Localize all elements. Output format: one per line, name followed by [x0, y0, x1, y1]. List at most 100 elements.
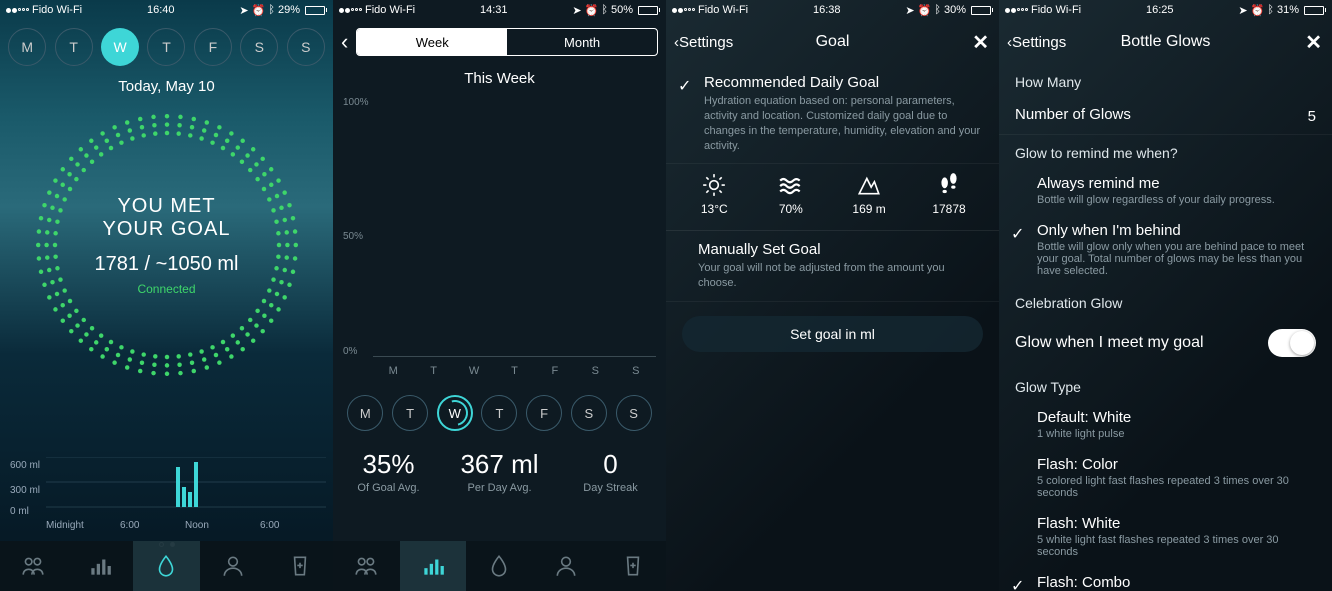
celebration-toggle-row[interactable]: Glow when I meet my goal — [999, 317, 1332, 369]
bluetooth-icon: ᛒ — [268, 4, 275, 16]
day-tab-wed[interactable]: W — [101, 28, 139, 66]
glow-type-default[interactable]: Default: White1 white light pulse — [999, 401, 1332, 448]
checkmark-icon: ✓ — [1011, 224, 1024, 244]
location-icon: ➤ — [905, 4, 914, 17]
segment-week[interactable]: Week — [357, 29, 507, 55]
day-selector: M T W T F S S — [333, 387, 666, 439]
date-label: Today, May 10 — [0, 78, 333, 95]
stat-goal-avg: 35%Of Goal Avg. — [333, 449, 444, 494]
location-icon: ➤ — [239, 4, 248, 17]
nav-header: ‹ Week Month — [333, 20, 666, 64]
option-always-remind[interactable]: Always remind me Bottle will glow regard… — [999, 167, 1332, 214]
option-only-behind[interactable]: ✓ Only when I'm behind Bottle will glow … — [999, 214, 1332, 285]
checkmark-icon: ✓ — [1011, 576, 1024, 591]
alarm-icon: ⏰ — [1251, 4, 1265, 17]
day-tab-fri[interactable]: F — [194, 28, 232, 66]
carrier-label: Fido Wi-Fi — [32, 4, 82, 16]
tab-add[interactable] — [599, 541, 666, 591]
section-celebration: Celebration Glow — [999, 285, 1332, 317]
option-manual-goal[interactable]: Manually Set Goal Your goal will not be … — [666, 231, 999, 302]
day-tab-mon[interactable]: M — [8, 28, 46, 66]
battery-pct: 29% — [278, 4, 300, 16]
tab-profile[interactable] — [200, 541, 267, 591]
day-tab-sun[interactable]: S — [616, 395, 652, 431]
number-of-glows-row[interactable]: Number of Glows 5 — [999, 96, 1332, 135]
glows-value: 5 — [1308, 108, 1316, 125]
alarm-icon: ⏰ — [585, 4, 599, 17]
tab-stats[interactable] — [400, 541, 467, 591]
bluetooth-icon: ᛒ — [1267, 4, 1274, 16]
weekly-bar-chart: 100% 50% 0% MTWTFSS — [343, 97, 656, 377]
day-tab-mon[interactable]: M — [347, 395, 383, 431]
progress-ring: YOU MET YOUR GOAL 1781 / ~1050 ml Connec… — [27, 105, 307, 385]
goal-settings-screen: Fido Wi-Fi 16:38 ➤ ⏰ ᛒ 30% ‹Settings Goa… — [666, 0, 999, 591]
mountain-icon — [854, 172, 884, 198]
glow-type-flash-color[interactable]: Flash: Color5 colored light fast flashes… — [999, 448, 1332, 507]
bluetooth-icon: ᛒ — [934, 4, 941, 16]
section-glow-type: Glow Type — [999, 369, 1332, 401]
clock: 16:38 — [813, 4, 841, 16]
section-remind: Glow to remind me when? — [999, 135, 1332, 167]
sun-icon — [699, 172, 729, 198]
stat-per-day: 367 mlPer Day Avg. — [444, 449, 555, 494]
clock: 16:40 — [147, 4, 175, 16]
tab-home[interactable] — [133, 541, 200, 591]
day-tab-sat[interactable]: S — [571, 395, 607, 431]
tab-home[interactable] — [466, 541, 533, 591]
status-bar: Fido Wi-Fi 16:40 ➤ ⏰ ᛒ 29% — [0, 0, 333, 20]
day-tab-thu[interactable]: T — [481, 395, 517, 431]
hourly-chart: 600 ml 300 ml 0 ml Midnight 6:00 Noon 6:… — [10, 451, 323, 531]
day-tab-thu[interactable]: T — [147, 28, 185, 66]
env-temperature: 13°C — [699, 172, 729, 216]
clock: 14:31 — [480, 4, 508, 16]
day-tab-tue[interactable]: T — [392, 395, 428, 431]
footsteps-icon — [934, 172, 964, 198]
tab-friends[interactable] — [0, 541, 67, 591]
day-selector: M T W T F S S — [0, 20, 333, 74]
segment-month[interactable]: Month — [507, 29, 657, 55]
env-elevation: 169 m — [852, 172, 885, 216]
location-icon: ➤ — [572, 4, 581, 17]
tab-bar — [333, 541, 666, 591]
stats-screen: Fido Wi-Fi 14:31 ➤ ⏰ ᛒ 50% ‹ Week Month … — [333, 0, 666, 591]
intake-value: 1781 / ~1050 ml — [95, 253, 239, 276]
glow-type-flash-combo[interactable]: ✓ Flash: Combo — [999, 566, 1332, 591]
page-title: ‹Settings Bottle Glows ✕ — [999, 20, 1332, 64]
day-tab-sun[interactable]: S — [287, 28, 325, 66]
env-steps: 17878 — [932, 172, 965, 216]
tab-profile[interactable] — [533, 541, 600, 591]
celebration-toggle[interactable] — [1268, 329, 1316, 357]
status-bar: Fido Wi-Fi 16:38 ➤ ⏰ ᛒ 30% — [666, 0, 999, 20]
clock: 16:25 — [1146, 4, 1174, 16]
status-bar: Fido Wi-Fi 16:25 ➤ ⏰ ᛒ 31% — [999, 0, 1332, 20]
day-tab-sat[interactable]: S — [240, 28, 278, 66]
day-tab-tue[interactable]: T — [55, 28, 93, 66]
home-screen: Fido Wi-Fi 16:40 ➤ ⏰ ᛒ 29% M T W T F S S… — [0, 0, 333, 591]
close-button[interactable]: ✕ — [972, 30, 989, 55]
status-bar: Fido Wi-Fi 14:31 ➤ ⏰ ᛒ 50% — [333, 0, 666, 20]
glow-type-flash-white[interactable]: Flash: White5 white light fast flashes r… — [999, 507, 1332, 566]
connection-status: Connected — [137, 282, 195, 296]
tab-add[interactable] — [266, 541, 333, 591]
tab-friends[interactable] — [333, 541, 400, 591]
back-button[interactable]: ‹ — [341, 29, 348, 55]
env-humidity: 70% — [776, 172, 806, 216]
alarm-icon: ⏰ — [252, 4, 266, 17]
environment-readouts: 13°C 70% 169 m 17878 — [666, 164, 999, 231]
close-button[interactable]: ✕ — [1305, 30, 1322, 55]
location-icon: ➤ — [1238, 4, 1247, 17]
checkmark-icon: ✓ — [678, 76, 691, 96]
tab-stats[interactable] — [67, 541, 134, 591]
page-title: ‹Settings Goal ✕ — [666, 20, 999, 64]
option-recommended-goal[interactable]: ✓ Recommended Daily Goal Hydration equat… — [666, 64, 999, 164]
tab-bar — [0, 541, 333, 591]
set-goal-button[interactable]: Set goal in ml — [682, 316, 983, 352]
chart-title: This Week — [333, 70, 666, 87]
alarm-icon: ⏰ — [918, 4, 932, 17]
range-segmented: Week Month — [356, 28, 658, 56]
back-button[interactable]: ‹Settings — [1007, 34, 1066, 51]
back-button[interactable]: ‹Settings — [674, 34, 733, 51]
day-tab-fri[interactable]: F — [526, 395, 562, 431]
waves-icon — [776, 172, 806, 198]
day-tab-wed[interactable]: W — [437, 395, 473, 431]
